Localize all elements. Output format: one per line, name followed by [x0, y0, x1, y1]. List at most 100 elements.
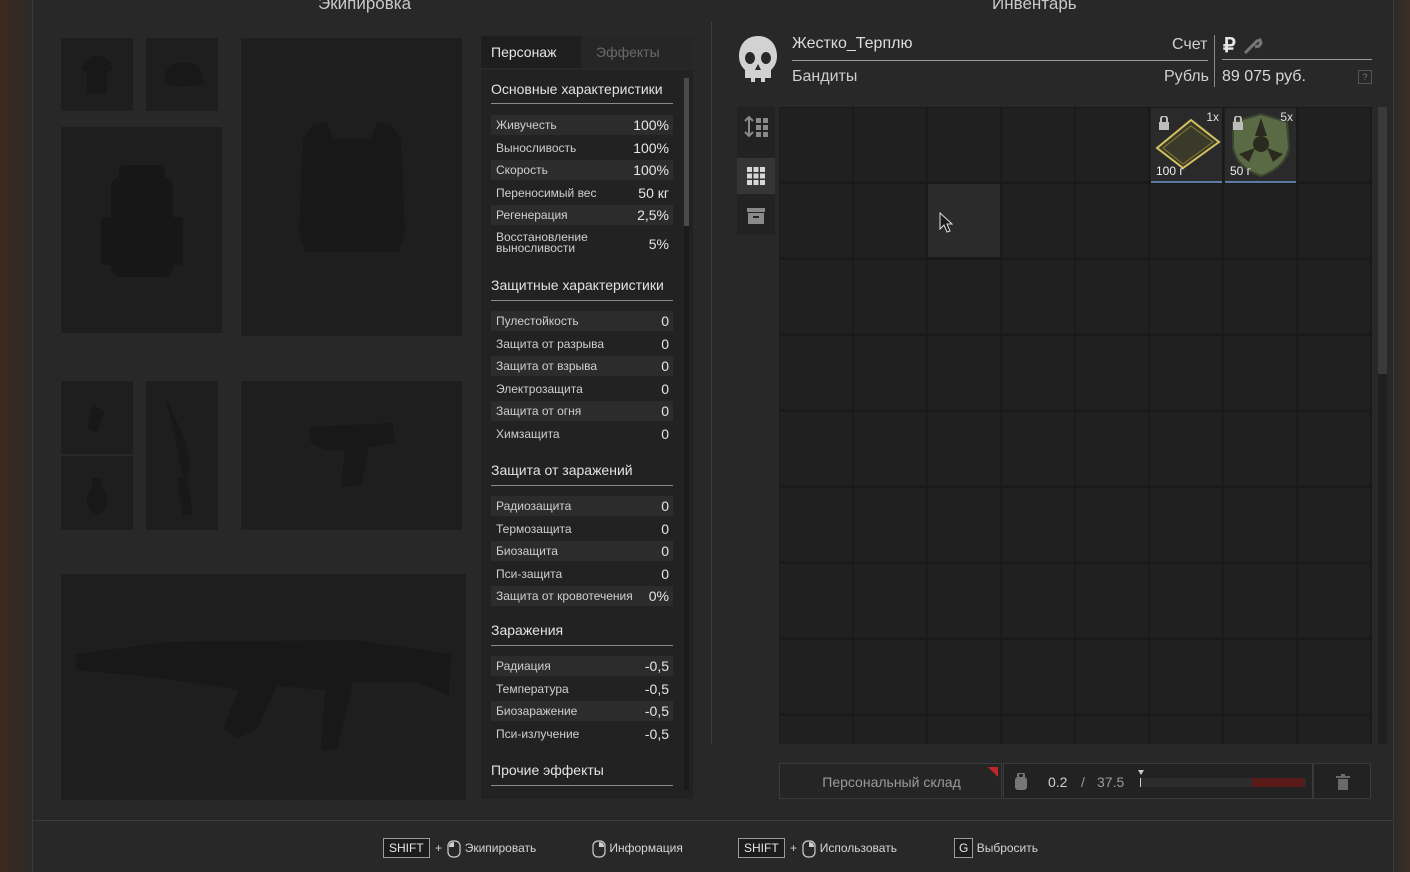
- inventory-scrollbar-thumb[interactable]: [1378, 107, 1387, 374]
- grid-cell[interactable]: [928, 640, 1000, 713]
- slot-quick-1[interactable]: [61, 381, 133, 454]
- grid-cell[interactable]: [1224, 184, 1296, 257]
- grid-cell[interactable]: [1002, 184, 1074, 257]
- grid-cell[interactable]: [1002, 716, 1074, 744]
- grid-cell[interactable]: [1150, 488, 1222, 561]
- stats-scrollbar-thumb[interactable]: [684, 78, 689, 226]
- grid-cell[interactable]: [780, 412, 852, 485]
- grid-cell[interactable]: [854, 488, 926, 561]
- grid-cell[interactable]: [1224, 640, 1296, 713]
- archive-icon[interactable]: [747, 207, 765, 225]
- grid-cell[interactable]: [780, 564, 852, 637]
- grid-cell[interactable]: [928, 564, 1000, 637]
- grid-cell[interactable]: [1224, 412, 1296, 485]
- grid-cell[interactable]: [928, 336, 1000, 409]
- grid-cell[interactable]: [1298, 336, 1370, 409]
- grid-cell[interactable]: [1224, 564, 1296, 637]
- tab-character[interactable]: Персонаж: [481, 36, 581, 68]
- grid-cell[interactable]: [928, 108, 1000, 181]
- grid-cell[interactable]: [854, 184, 926, 257]
- grid-cell[interactable]: [1224, 488, 1296, 561]
- grid-cell[interactable]: [1002, 564, 1074, 637]
- grid-cell[interactable]: [854, 108, 926, 181]
- inventory-item-patch[interactable]: 5x 50 г: [1225, 108, 1296, 183]
- grid-cell[interactable]: [854, 260, 926, 333]
- grid-cell[interactable]: [1224, 336, 1296, 409]
- grid-cell[interactable]: [854, 564, 926, 637]
- grid-cell[interactable]: [1298, 640, 1370, 713]
- slot-armor[interactable]: [241, 38, 462, 336]
- stat-value: 0: [661, 543, 669, 559]
- storage-button[interactable]: Персональный склад: [779, 763, 1002, 799]
- grid-cell[interactable]: [1150, 260, 1222, 333]
- grid-cell[interactable]: [1002, 108, 1074, 181]
- name-underline: [792, 60, 1208, 61]
- grid-cell[interactable]: [1224, 716, 1296, 744]
- slot-pistol[interactable]: [241, 381, 462, 530]
- grid-cell[interactable]: [1224, 260, 1296, 333]
- grid-cell[interactable]: [1076, 412, 1148, 485]
- grid-cell[interactable]: [1298, 108, 1370, 181]
- grid-cell[interactable]: [854, 412, 926, 485]
- grid-cell[interactable]: [780, 260, 852, 333]
- slot-primary-weapon[interactable]: [61, 574, 466, 800]
- grid-cell[interactable]: [1002, 640, 1074, 713]
- stats-scrollbar[interactable]: [684, 78, 689, 790]
- grid-cell[interactable]: [928, 260, 1000, 333]
- grid-cell[interactable]: [854, 336, 926, 409]
- grid-cell[interactable]: [1150, 412, 1222, 485]
- wrench-icon[interactable]: [1243, 37, 1263, 55]
- grid-cell[interactable]: [1150, 184, 1222, 257]
- grid-cell[interactable]: [1002, 488, 1074, 561]
- tab-effects[interactable]: Эффекты: [581, 36, 693, 68]
- grid-cell[interactable]: [1076, 260, 1148, 333]
- grid-cell[interactable]: [928, 412, 1000, 485]
- stat-value: 2,5%: [637, 207, 669, 223]
- delete-button[interactable]: [1313, 763, 1371, 799]
- slot-headwear[interactable]: [146, 38, 218, 111]
- grid-cell[interactable]: [1076, 716, 1148, 744]
- slot-knife[interactable]: [146, 381, 218, 530]
- grid-cell[interactable]: [1150, 716, 1222, 744]
- grid-cell[interactable]: [1298, 564, 1370, 637]
- slot-backpack[interactable]: [61, 127, 222, 333]
- grid-cell[interactable]: [1298, 260, 1370, 333]
- grid-cell[interactable]: [1150, 640, 1222, 713]
- grid-cell[interactable]: [1002, 412, 1074, 485]
- grid-cell[interactable]: [780, 108, 852, 181]
- grid-cell[interactable]: [780, 184, 852, 257]
- grid-cell[interactable]: [1298, 488, 1370, 561]
- grid-cell[interactable]: [1076, 564, 1148, 637]
- grid-cell[interactable]: [1076, 336, 1148, 409]
- grid-cell[interactable]: [780, 640, 852, 713]
- stat-label: Пулестойкость: [496, 314, 579, 328]
- grid-cell[interactable]: [854, 716, 926, 744]
- grid-cell[interactable]: [854, 640, 926, 713]
- grid-cell[interactable]: [1076, 108, 1148, 181]
- grid-view-button[interactable]: [737, 158, 775, 194]
- grid-cell[interactable]: [1002, 260, 1074, 333]
- grid-cell[interactable]: [780, 716, 852, 744]
- grid-cell[interactable]: [1002, 336, 1074, 409]
- grid-cell[interactable]: [928, 488, 1000, 561]
- grid-cell[interactable]: [1076, 640, 1148, 713]
- sort-icon[interactable]: [744, 114, 770, 140]
- grid-cell[interactable]: [928, 716, 1000, 744]
- slot-shirt[interactable]: [61, 38, 133, 111]
- grid-cell[interactable]: [1076, 184, 1148, 257]
- grid-cell[interactable]: [1298, 184, 1370, 257]
- ruble-icon[interactable]: ₽: [1223, 33, 1236, 58]
- grid-cell[interactable]: [1298, 716, 1370, 744]
- grid-cell[interactable]: [780, 488, 852, 561]
- slot-quick-2[interactable]: [61, 456, 133, 530]
- grid-cell[interactable]: [1150, 336, 1222, 409]
- grid-cell[interactable]: [1076, 488, 1148, 561]
- inventory-grid[interactable]: [779, 107, 1372, 744]
- stat-value: 0: [661, 358, 669, 374]
- grid-cell[interactable]: [780, 336, 852, 409]
- inventory-scrollbar[interactable]: [1378, 107, 1387, 744]
- grid-cell[interactable]: [1150, 564, 1222, 637]
- help-button[interactable]: ?: [1358, 70, 1372, 84]
- inventory-item-document[interactable]: 1x 100 г: [1151, 108, 1222, 183]
- grid-cell[interactable]: [1298, 412, 1370, 485]
